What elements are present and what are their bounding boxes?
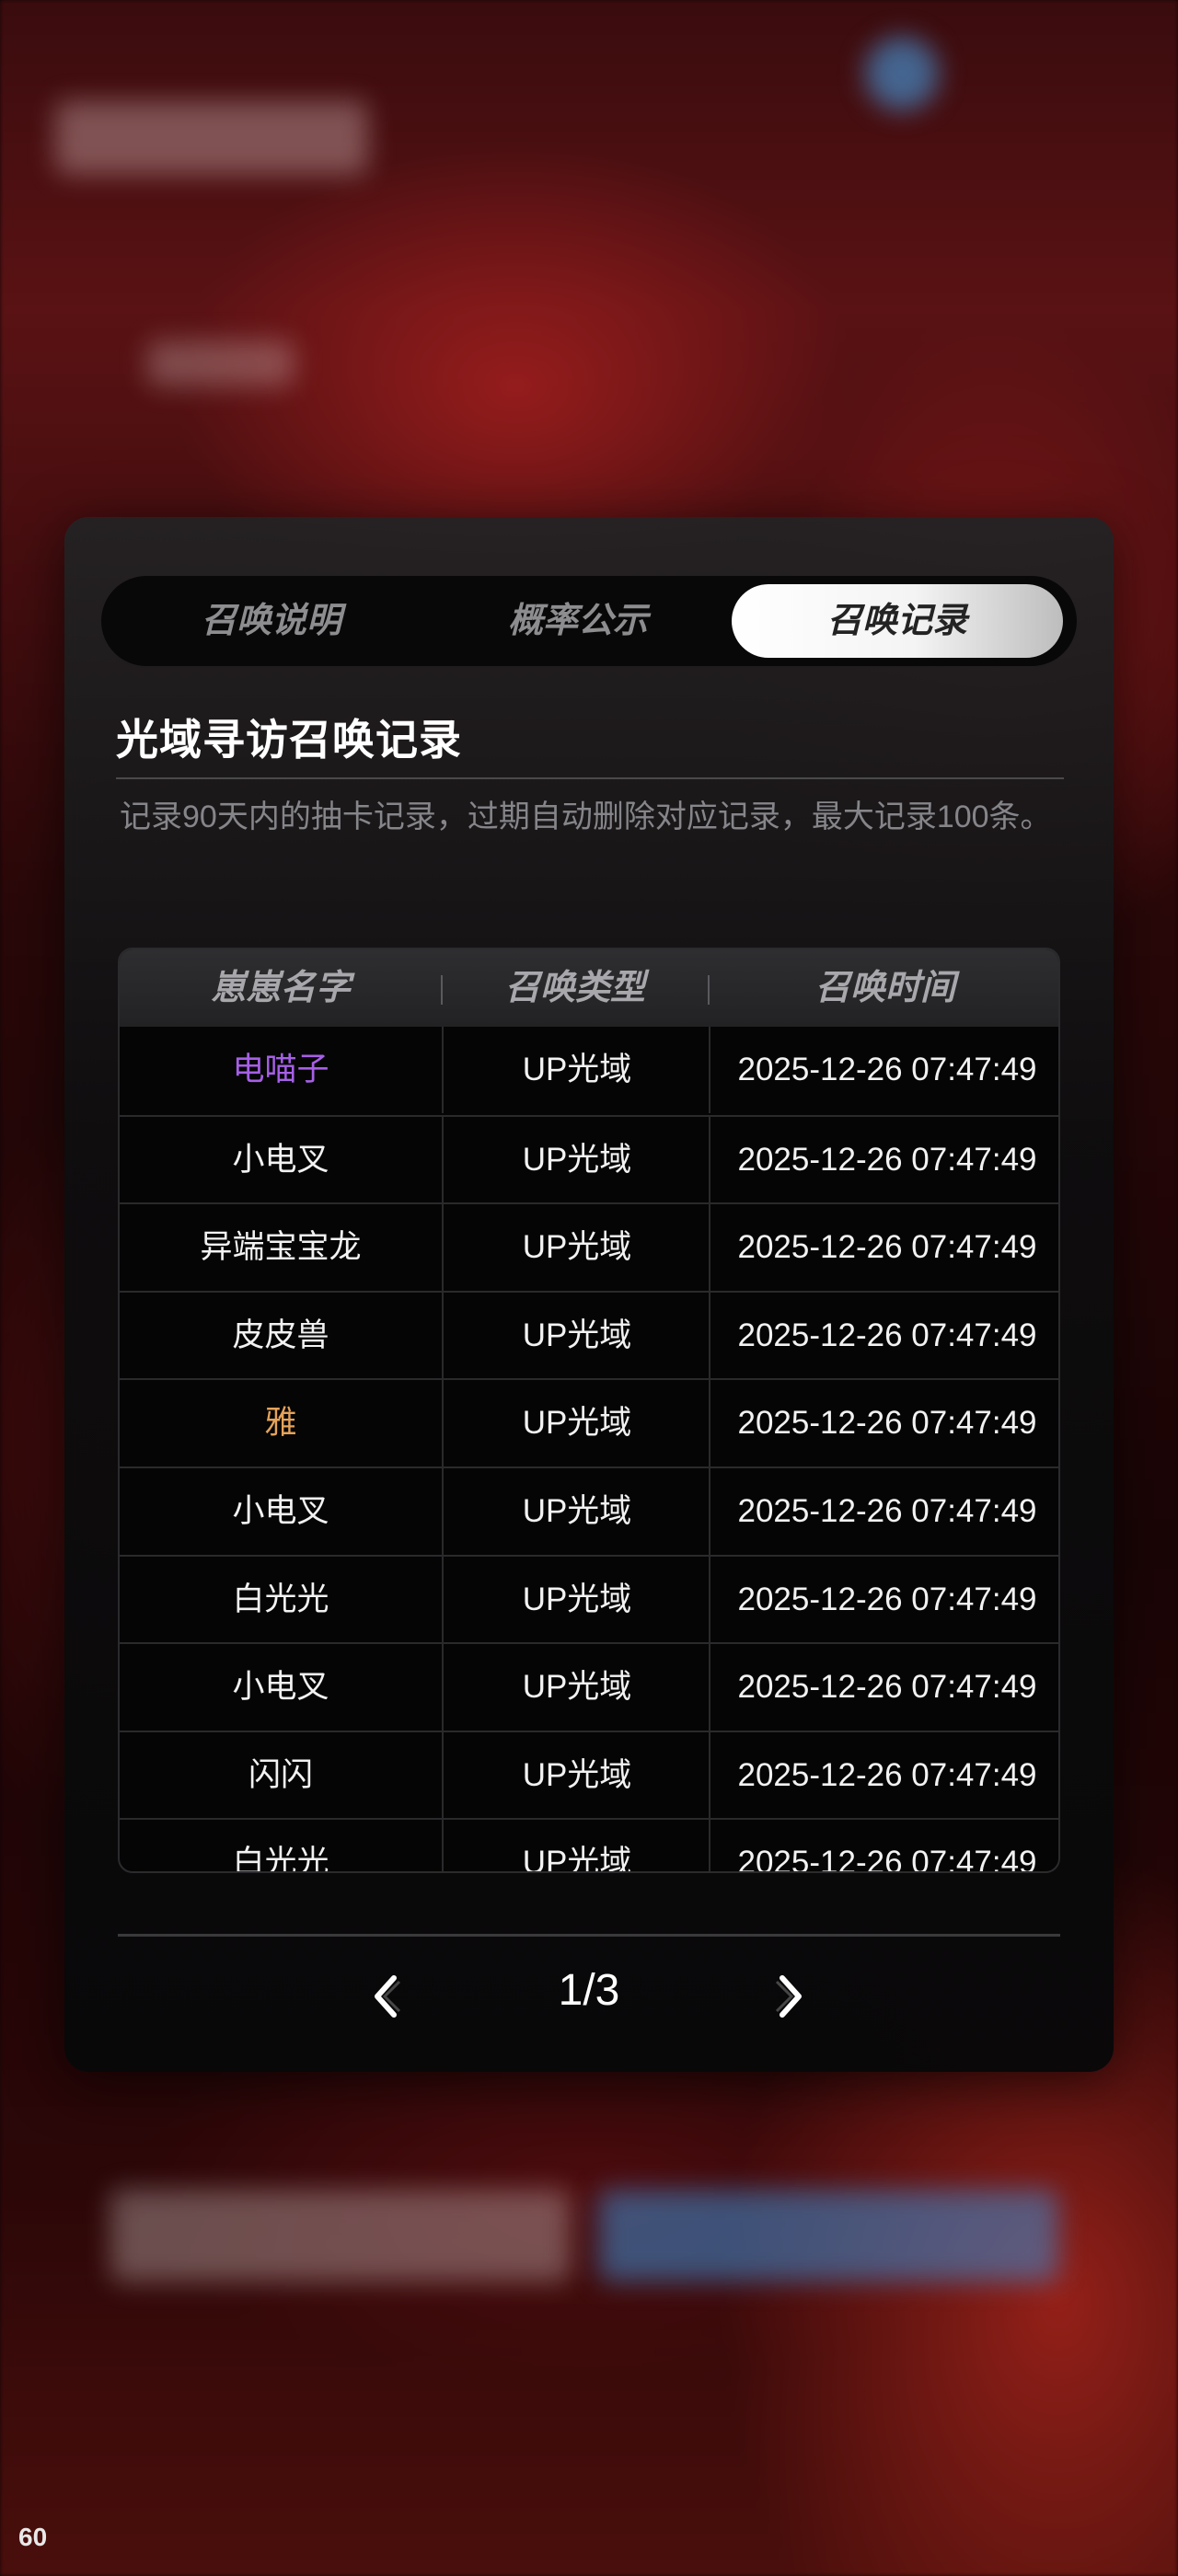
table-row: 皮皮兽 UP光域 2025-12-26 07:47:49 <box>120 1290 1058 1379</box>
cell-name: 白光光 <box>232 1581 329 1617</box>
table-row: 雅 UP光域 2025-12-26 07:47:49 <box>120 1378 1058 1467</box>
cell-type: UP光域 <box>442 1027 710 1113</box>
background-blob <box>110 2190 571 2282</box>
prev-page-button[interactable] <box>359 1969 414 2024</box>
cell-type: UP光域 <box>442 1204 710 1292</box>
table-row: 小电叉 UP光域 2025-12-26 07:47:49 <box>120 1114 1058 1203</box>
cell-time: 2025-12-26 07:47:49 <box>709 1644 1058 1731</box>
cell-name: 小电叉 <box>232 1669 329 1706</box>
record-description: 记录90天内的抽卡记录，过期自动删除对应记录，最大记录100条。 <box>120 799 1052 834</box>
cell-time: 2025-12-26 07:47:49 <box>709 1380 1058 1467</box>
cell-time: 2025-12-26 07:47:49 <box>709 1820 1058 1871</box>
table-body: 电喵子 UP光域 2025-12-26 07:47:49 小电叉 UP光域 20… <box>120 1027 1058 1873</box>
tab-probability[interactable]: 概率公示 <box>408 576 748 666</box>
pager-divider <box>118 1934 1060 1937</box>
cell-name: 小电叉 <box>232 1492 329 1529</box>
fps-counter: 60 <box>18 2523 48 2551</box>
tab-summon-info[interactable]: 召唤说明 <box>101 576 442 666</box>
cell-type: UP光域 <box>442 1292 710 1379</box>
table-row: 电喵子 UP光域 2025-12-26 07:47:49 <box>120 1027 1058 1115</box>
cell-time: 2025-12-26 07:47:49 <box>709 1027 1058 1113</box>
cell-time: 2025-12-26 07:47:49 <box>709 1556 1058 1643</box>
cell-type: UP光域 <box>442 1731 710 1819</box>
cell-time: 2025-12-26 07:47:49 <box>709 1731 1058 1819</box>
title-divider <box>116 777 1064 779</box>
cell-time: 2025-12-26 07:47:49 <box>709 1116 1058 1203</box>
background-blob <box>865 37 939 110</box>
cell-name: 异端宝宝龙 <box>200 1229 362 1266</box>
cell-time: 2025-12-26 07:47:49 <box>709 1467 1058 1555</box>
next-page-button[interactable] <box>762 1969 817 2024</box>
chevron-left-icon <box>375 1975 401 2018</box>
cell-name: 雅 <box>264 1405 297 1442</box>
chevron-right-icon <box>775 1975 802 2018</box>
tab-bar: 召唤说明 概率公示 召唤记录 <box>101 576 1077 666</box>
cell-name: 闪闪 <box>248 1756 313 1793</box>
table-row: 白光光 UP光域 2025-12-26 07:47:49 <box>120 1818 1058 1873</box>
column-header-name: 崽崽名字 <box>210 969 351 1007</box>
background-blob <box>598 2190 1058 2282</box>
table-row: 小电叉 UP光域 2025-12-26 07:47:49 <box>120 1642 1058 1731</box>
cell-name: 电喵子 <box>232 1052 329 1087</box>
cell-type: UP光域 <box>442 1644 710 1731</box>
page-indicator: 1/3 <box>558 1966 620 2015</box>
cell-time: 2025-12-26 07:47:49 <box>709 1204 1058 1292</box>
cell-name: 白光光 <box>232 1845 329 1873</box>
table-row: 小电叉 UP光域 2025-12-26 07:47:49 <box>120 1466 1058 1555</box>
page-title: 光域寻访召唤记录 <box>116 716 462 764</box>
cell-type: UP光域 <box>442 1556 710 1643</box>
summon-record-table: 崽崽名字 召唤类型 召唤时间 电喵子 UP光域 2025-12-26 07:47… <box>118 948 1060 1873</box>
cell-type: UP光域 <box>442 1116 710 1203</box>
cell-name: 皮皮兽 <box>232 1317 329 1353</box>
column-header-time: 召唤时间 <box>814 969 955 1007</box>
pagination: 1/3 <box>64 1952 1114 2044</box>
cell-type: UP光域 <box>442 1820 710 1871</box>
background-blob <box>55 101 368 175</box>
background-blob <box>147 340 294 386</box>
table-row: 闪闪 UP光域 2025-12-26 07:47:49 <box>120 1730 1058 1819</box>
cell-type: UP光域 <box>442 1380 710 1467</box>
column-header-type: 召唤类型 <box>504 969 645 1007</box>
table-row: 异端宝宝龙 UP光域 2025-12-26 07:47:49 <box>120 1202 1058 1292</box>
table-header: 崽崽名字 召唤类型 召唤时间 <box>120 949 1058 1027</box>
cell-name: 小电叉 <box>232 1141 329 1178</box>
tab-summon-record[interactable]: 召唤记录 <box>732 584 1063 658</box>
summon-record-dialog: 召唤说明 概率公示 召唤记录 光域寻访召唤记录 记录90天内的抽卡记录，过期自动… <box>64 517 1114 2072</box>
table-row: 白光光 UP光域 2025-12-26 07:47:49 <box>120 1554 1058 1643</box>
cell-type: UP光域 <box>442 1467 710 1555</box>
cell-time: 2025-12-26 07:47:49 <box>709 1292 1058 1379</box>
